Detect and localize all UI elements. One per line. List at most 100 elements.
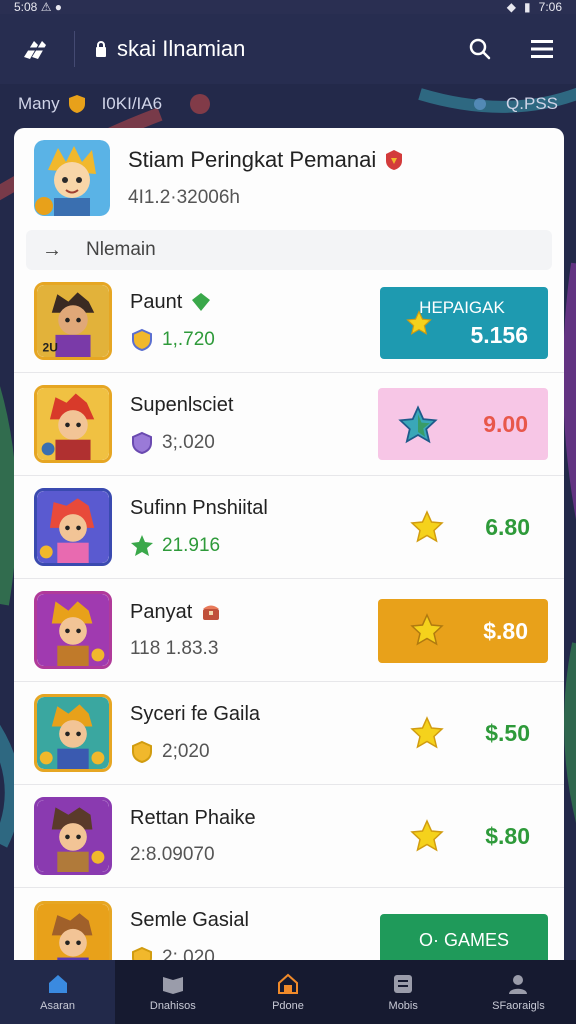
nav-mobile[interactable]: Mobis (346, 960, 461, 1024)
star-icon (406, 310, 432, 335)
section-label: Nlemain (86, 239, 156, 260)
chest-icon (203, 605, 220, 620)
app-logo-icon[interactable] (20, 35, 48, 63)
player-avatar (34, 797, 112, 875)
player-name-text: Supenlsciet (130, 393, 234, 416)
score-badge[interactable]: $.80 (378, 599, 548, 663)
subrow: Many I0KI/IA6 Q.PSS (0, 84, 576, 124)
player-name-text: Rettan Phaike (130, 806, 256, 829)
score-value: 5.156 (470, 321, 528, 348)
score-value: $.80 (483, 617, 528, 644)
list-item[interactable]: Panyat 118 1.83.3 $.80 (14, 579, 564, 682)
shield-gold-icon (132, 328, 152, 351)
nav-home-label: Asaran (40, 1000, 76, 1012)
section-subheader[interactable]: → Nlemain (26, 230, 552, 270)
player-meta: 2:8.09070 (130, 844, 544, 866)
nav-home[interactable]: Asaran (0, 960, 116, 1024)
house-icon (278, 973, 298, 994)
score-label: HEPAIGAK (419, 297, 505, 317)
player-name-text: Semle Gasial (130, 909, 249, 931)
player-meta-text: 1,.720 (162, 328, 215, 350)
player-avatar (34, 488, 112, 566)
search-button[interactable] (466, 35, 494, 63)
player-avatar (34, 694, 112, 772)
svg-text:2U: 2U (43, 340, 58, 354)
player-avatar (34, 591, 112, 669)
leaderboard-list: 2U Paunt 1,.720 HEPAIGAK 5.156 Supenlsci… (14, 270, 564, 978)
arrow-right-icon: → (42, 238, 62, 261)
nav-profile-label: SFaoraigls (492, 1000, 545, 1012)
leaderboard-card: Stiam Peringkat Pemanai 4I1.2·32006h → N… (14, 128, 564, 978)
player-meta-text: 2;020 (162, 740, 210, 762)
player-avatar (34, 385, 112, 463)
player-meta: 2;020 (130, 740, 544, 764)
leaderboard-subtitle: 4I1.2·32006h (128, 187, 240, 208)
badge-icon (386, 150, 403, 170)
player-name-text: Paunt (130, 290, 183, 313)
nav-phone[interactable]: Pdone (230, 960, 345, 1024)
player-meta-text: 2:8.09070 (130, 843, 215, 865)
book-icon (162, 977, 183, 994)
player-meta-text: 21.916 (162, 534, 221, 556)
player-meta-text: 3;.020 (162, 431, 215, 453)
player-meta: 21.916 (130, 534, 544, 558)
status-left: 5:08 ⚠ ● (14, 0, 63, 14)
shield-gold-icon (132, 740, 152, 763)
subrow-middle-label: I0KI/IA6 (101, 94, 163, 113)
player-name: Sufinn Pnshiital (130, 497, 544, 520)
star-icon (410, 613, 444, 646)
nav-dashboard[interactable]: Dnahisos (115, 960, 230, 1024)
nav-profile[interactable]: SFaoraigls (461, 960, 576, 1024)
menu-button[interactable] (528, 35, 556, 63)
list-item[interactable]: Supenlsciet 3;.020 9.00 (14, 373, 564, 476)
app-title: skai Ilnamian (117, 36, 246, 61)
score-value: 9.00 (483, 410, 528, 437)
search-icon (469, 38, 491, 60)
signal-icon: ▮ (524, 0, 531, 14)
nav-mobile-label: Mobis (388, 1000, 418, 1012)
profile-icon (509, 975, 528, 994)
score-value: $.80 (485, 822, 530, 849)
header-avatar (34, 140, 110, 216)
subrow-left-label: Many (18, 94, 60, 113)
player-meta-text: 118 1.83.3 (130, 637, 219, 659)
score-value: $.50 (485, 719, 530, 746)
nav-phone-label: Pdone (272, 1000, 304, 1012)
subrow-right-label[interactable]: Q.PSS (506, 94, 558, 114)
player-name-text: Panyat (130, 600, 193, 623)
star-icon (398, 405, 438, 444)
wifi-icon: ◆ (506, 0, 517, 14)
nav-dashboard-label: Dnahisos (149, 1000, 196, 1012)
player-name-text: Syceri fe Gaila (130, 702, 261, 725)
leaderboard-title: Stiam Peringkat Pemanai (128, 147, 404, 173)
leaderboard-title-text: Stiam Peringkat Pemanai (128, 147, 377, 172)
games-button[interactable]: O· GAMES (380, 914, 548, 966)
gem-icon (192, 293, 211, 311)
list-item[interactable]: Sufinn Pnshiital 21.916 6.80 (14, 476, 564, 579)
star-icon (410, 716, 444, 749)
list-icon (394, 975, 413, 993)
shield-icon (68, 95, 85, 113)
lock-icon (96, 41, 106, 57)
app-bar: skai Ilnamian (0, 14, 576, 84)
player-name: Syceri fe Gaila (130, 703, 544, 726)
player-avatar: 2U (34, 282, 112, 360)
list-item[interactable]: Rettan Phaike 2:8.09070 $.80 (14, 785, 564, 888)
bottom-nav: Asaran Dnahisos Pdone Mobis SFaoraigls (0, 960, 576, 1024)
leaderboard-header: Stiam Peringkat Pemanai 4I1.2·32006h (14, 128, 564, 228)
player-name: Rettan Phaike (130, 807, 544, 830)
score-value: 6.80 (485, 513, 530, 540)
list-item[interactable]: 2U Paunt 1,.720 HEPAIGAK 5.156 (14, 270, 564, 373)
list-item[interactable]: Syceri fe Gaila 2;020 $.50 (14, 682, 564, 785)
star-icon (410, 510, 444, 543)
status-bar: 5:08 ⚠ ● ◆ ▮ 7:06 (0, 0, 576, 14)
hamburger-icon (531, 40, 553, 58)
status-time: 7:06 (538, 0, 562, 14)
player-name-text: Sufinn Pnshiital (130, 496, 268, 519)
star-green-icon (131, 534, 153, 556)
games-button-label: O· GAMES (418, 929, 509, 950)
appbar-divider (74, 31, 75, 67)
home-icon (48, 975, 67, 993)
shield-purple-icon (132, 431, 152, 454)
star-icon (410, 819, 444, 852)
